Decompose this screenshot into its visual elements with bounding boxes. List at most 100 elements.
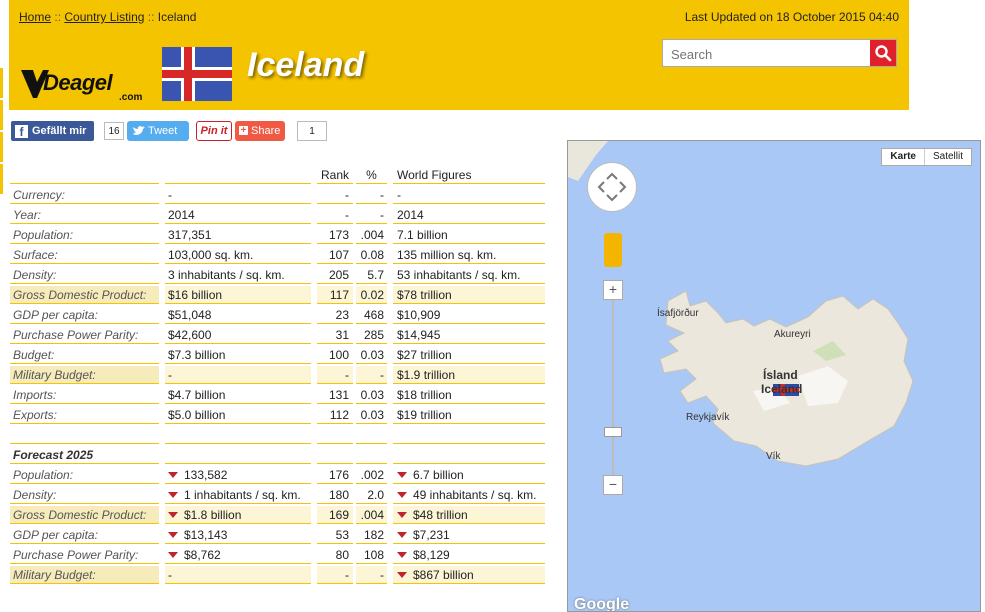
breadcrumb-separator: ::	[54, 10, 62, 24]
row-world-text: $48 trillion	[413, 508, 468, 522]
row-percent: -	[356, 206, 387, 224]
row-rank: 173	[317, 226, 353, 244]
row-world-text: $18 trillion	[397, 388, 452, 402]
table-row: Purchase Power Parity: $8,762 80 108 $8,129	[10, 546, 550, 564]
column-header	[165, 166, 311, 184]
row-value: 317,351	[165, 226, 311, 244]
zoom-slider-thumb[interactable]	[604, 427, 622, 437]
row-value-text: -	[168, 568, 172, 582]
street-view-pegman-icon[interactable]	[604, 233, 622, 267]
table-header: Rank% World Figures	[10, 166, 550, 184]
zoom-out-button[interactable]: −	[603, 475, 623, 495]
facebook-like-button[interactable]: f Gefällt mir	[11, 121, 94, 141]
row-value: $7.3 billion	[165, 346, 311, 364]
row-rank: 180	[317, 486, 353, 504]
pan-arrows-icon	[597, 172, 627, 202]
empty-cell	[165, 446, 311, 464]
logo-wordmark: Deagel	[43, 70, 113, 95]
site-header: Home :: Country Listing :: Iceland Last …	[9, 0, 909, 110]
row-world-text: 135 million sq. km.	[397, 248, 497, 262]
twitter-bird-icon	[133, 126, 145, 135]
row-world-figure: 49 inhabitants / sq. km.	[393, 486, 545, 504]
row-rank: -	[317, 366, 353, 384]
deagel-logo[interactable]: Deagel .com	[21, 68, 161, 108]
tweet-button[interactable]: Tweet	[127, 121, 189, 141]
column-header: World Figures	[393, 166, 545, 184]
row-label: Surface:	[10, 246, 159, 264]
table-row: Currency: - - - -	[10, 186, 550, 204]
row-label: Imports:	[10, 386, 159, 404]
row-label: Density:	[10, 266, 159, 284]
search-button[interactable]	[870, 40, 896, 66]
row-label: Population:	[10, 466, 159, 484]
down-arrow-icon	[397, 532, 407, 538]
row-world-figure: 6.7 billion	[393, 466, 545, 484]
row-label: Population:	[10, 226, 159, 244]
row-label: Military Budget:	[10, 366, 159, 384]
row-value: $8,762	[165, 546, 311, 564]
row-value: -	[165, 366, 311, 384]
row-value: $16 billion	[165, 286, 311, 304]
empty-cell	[393, 426, 545, 444]
map-label-iceland: Iceland	[761, 382, 803, 396]
column-header: %	[356, 166, 387, 184]
down-arrow-icon	[397, 472, 407, 478]
row-percent: -	[356, 186, 387, 204]
row-value-text: 3 inhabitants / sq. km.	[168, 268, 285, 282]
breadcrumb-country-listing-link[interactable]: Country Listing	[64, 10, 144, 24]
iceland-flag-icon	[162, 47, 232, 101]
row-value: -	[165, 186, 311, 204]
row-rank: 176	[317, 466, 353, 484]
empty-cell	[356, 446, 387, 464]
row-percent: .004	[356, 226, 387, 244]
search-input[interactable]	[669, 41, 873, 67]
pinit-button[interactable]: Pin it	[196, 121, 232, 141]
share-button[interactable]: + Share	[235, 121, 285, 141]
row-value-text: -	[168, 188, 172, 202]
down-arrow-icon	[397, 572, 407, 578]
row-world-text: $19 trillion	[397, 408, 452, 422]
row-rank: 107	[317, 246, 353, 264]
table-row: Population: 133,582 176.002 6.7 billion	[10, 466, 550, 484]
table-row: Exports: $5.0 billion 112 0.03 $19 trillion	[10, 406, 550, 424]
row-label: Currency:	[10, 186, 159, 204]
row-value-text: $13,143	[184, 528, 228, 542]
row-label: Purchase Power Parity:	[10, 326, 159, 344]
table-row: Population: 317,351 173.004 7.1 billion	[10, 226, 550, 244]
row-rank: 80	[317, 546, 353, 564]
row-world-figure: $18 trillion	[393, 386, 545, 404]
row-percent: 5.7	[356, 266, 387, 284]
row-label: Military Budget:	[10, 566, 159, 584]
table-row: Budget: $7.3 billion 100 0.03 $27 trillion	[10, 346, 550, 364]
map-type-satellite-button[interactable]: Satellit	[925, 149, 971, 165]
zoom-slider-track[interactable]	[612, 293, 614, 483]
row-rank: -	[317, 186, 353, 204]
row-value: $1.8 billion	[165, 506, 311, 524]
map-type-map-button[interactable]: Karte	[882, 149, 925, 165]
facebook-like-label: Gefällt mir	[32, 125, 87, 137]
row-world-figure: $78 trillion	[393, 286, 545, 304]
row-value-text: $16 billion	[168, 288, 223, 302]
row-value-text: 317,351	[168, 228, 212, 242]
share-count: 1	[297, 121, 327, 141]
down-arrow-icon	[168, 532, 178, 538]
table-spacer-row	[10, 426, 550, 444]
map-pan-control[interactable]	[587, 162, 637, 212]
row-value-text: $7.3 billion	[168, 348, 226, 362]
row-rank: -	[317, 206, 353, 224]
zoom-in-button[interactable]: +	[603, 280, 623, 300]
down-arrow-icon	[168, 512, 178, 518]
row-value: 1 inhabitants / sq. km.	[165, 486, 311, 504]
empty-cell	[393, 446, 545, 464]
breadcrumb-home-link[interactable]: Home	[19, 10, 51, 24]
map-panel[interactable]: Karte Satellit + − Ísafjörður Akureyri Ís…	[567, 140, 981, 612]
row-world-text: $1.9 trillion	[397, 368, 456, 382]
row-world-text: $10,909	[397, 308, 441, 322]
table-row: Year: 2014- -2014	[10, 206, 550, 224]
table-row: Density: 3 inhabitants / sq. km. 205 5.7 53 …	[10, 266, 550, 284]
row-world-figure: $19 trillion	[393, 406, 545, 424]
row-label: Purchase Power Parity:	[10, 546, 159, 564]
row-value-text: $8,762	[184, 548, 221, 562]
row-world-text: -	[397, 188, 401, 202]
row-percent: .002	[356, 466, 387, 484]
